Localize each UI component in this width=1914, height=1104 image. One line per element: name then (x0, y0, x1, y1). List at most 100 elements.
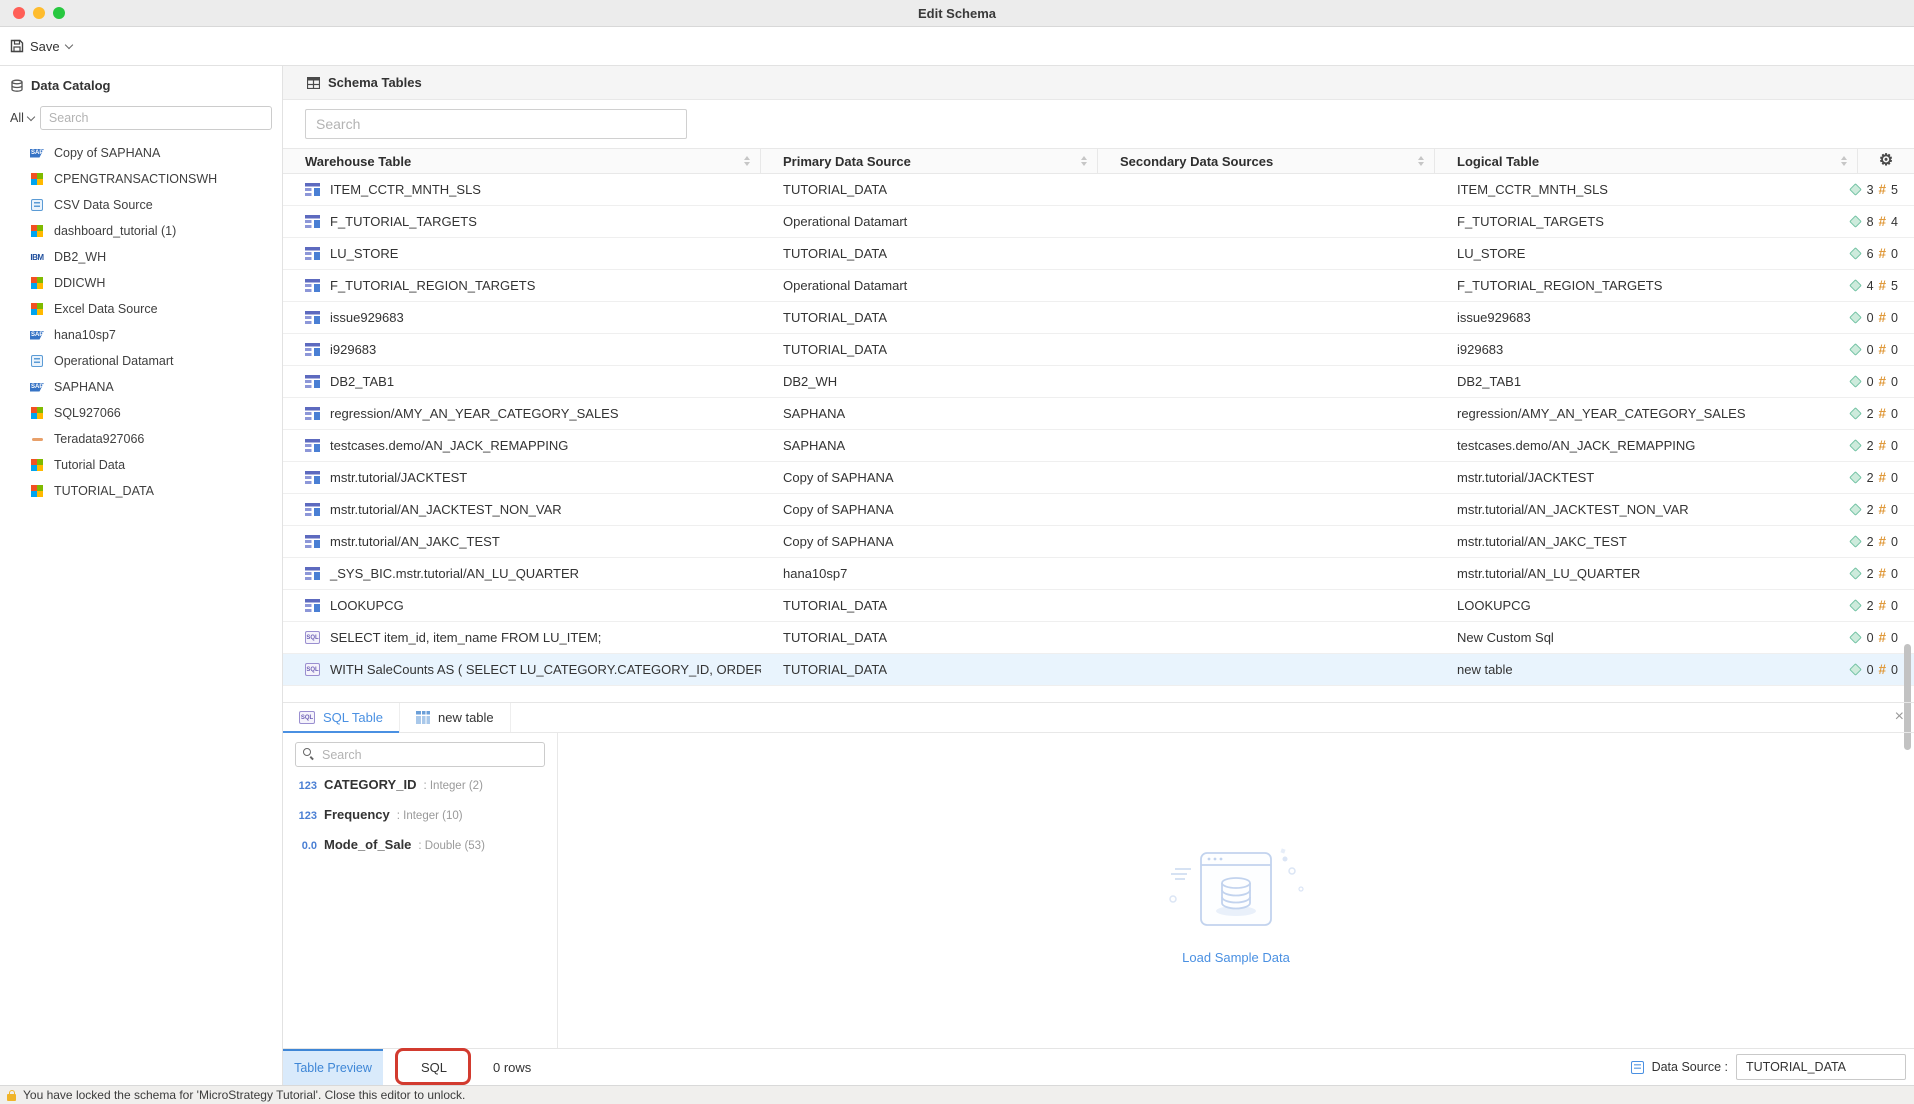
data-source-item[interactable]: Operational Datamart (0, 348, 282, 374)
fact-hash-icon: # (1879, 342, 1887, 357)
data-source-icon (30, 173, 44, 185)
table-row[interactable]: LU_STORE TUTORIAL_DATA LU_STORE 6 # 0 (283, 238, 1914, 270)
column-item[interactable]: 123 CATEGORY_ID : Integer (2) (295, 777, 545, 807)
table-row[interactable]: F_TUTORIAL_TARGETS Operational Datamart … (283, 206, 1914, 238)
data-source-item[interactable]: DB2_WH (0, 244, 282, 270)
fact-hash-icon: # (1879, 630, 1887, 645)
column-header-logical: Logical Table (1457, 154, 1539, 169)
schema-tables-body: ITEM_CCTR_MNTH_SLS TUTORIAL_DATA ITEM_CC… (283, 174, 1914, 686)
attribute-count: 2 (1867, 535, 1874, 549)
table-row[interactable]: mstr.tutorial/JACKTEST Copy of SAPHANA m… (283, 462, 1914, 494)
fact-hash-icon: # (1879, 534, 1887, 549)
data-source-icon (30, 199, 44, 211)
table-row[interactable]: LOOKUPCG TUTORIAL_DATA LOOKUPCG 2 # 0 (283, 590, 1914, 622)
table-row[interactable]: DB2_TAB1 DB2_WH DB2_TAB1 0 # 0 (283, 366, 1914, 398)
zoom-window-button[interactable] (53, 7, 65, 19)
catalog-search-input[interactable] (40, 106, 272, 130)
sort-icon[interactable] (1418, 156, 1424, 166)
minimize-window-button[interactable] (33, 7, 45, 19)
logical-table-name: i929683 (1435, 342, 1802, 357)
data-source-label: SAPHANA (54, 380, 114, 394)
close-icon[interactable]: × (1895, 709, 1904, 725)
column-item[interactable]: 123 Frequency : Integer (10) (295, 807, 545, 837)
logical-table-name: regression/AMY_AN_YEAR_CATEGORY_SALES (1435, 406, 1802, 421)
tab-sql-table[interactable]: SQL Table (283, 703, 400, 732)
data-source-item[interactable]: CPENGTRANSACTIONSWH (0, 166, 282, 192)
warehouse-table-icon (305, 247, 320, 260)
schema-tables-search-input[interactable] (305, 109, 687, 139)
attribute-count: 0 (1867, 631, 1874, 645)
attribute-count: 0 (1867, 663, 1874, 677)
data-source-item[interactable]: DDICWH (0, 270, 282, 296)
data-catalog-header: Data Catalog (0, 78, 282, 93)
fact-count: 0 (1891, 247, 1898, 261)
data-source-item[interactable]: hana10sp7 (0, 322, 282, 348)
attribute-diamond-icon (1849, 343, 1862, 356)
tab-new-table[interactable]: new table (400, 703, 511, 732)
warehouse-table-name: testcases.demo/AN_JACK_REMAPPING (330, 438, 568, 453)
attribute-count: 2 (1867, 471, 1874, 485)
fact-hash-icon: # (1879, 662, 1887, 677)
sort-icon[interactable] (1841, 156, 1847, 166)
data-source-item[interactable]: Tutorial Data (0, 452, 282, 478)
table-row[interactable]: issue929683 TUTORIAL_DATA issue929683 0 … (283, 302, 1914, 334)
table-row[interactable]: i929683 TUTORIAL_DATA i929683 0 # 0 (283, 334, 1914, 366)
table-row[interactable]: mstr.tutorial/AN_JAKC_TEST Copy of SAPHA… (283, 526, 1914, 558)
catalog-filter-dropdown[interactable]: All (10, 111, 34, 125)
table-preview-tab[interactable]: Table Preview (283, 1049, 383, 1085)
column-name: Mode_of_Sale (324, 837, 411, 852)
table-row[interactable]: _SYS_BIC.mstr.tutorial/AN_LU_QUARTER han… (283, 558, 1914, 590)
sort-icon[interactable] (744, 156, 750, 166)
data-source-label: CPENGTRANSACTIONSWH (54, 172, 217, 186)
data-source-label: CSV Data Source (54, 198, 153, 212)
load-sample-data-link[interactable]: Load Sample Data (1182, 950, 1290, 965)
data-source-item[interactable]: TUTORIAL_DATA (0, 478, 282, 504)
data-source-label: hana10sp7 (54, 328, 116, 342)
data-source-value: TUTORIAL_DATA (1746, 1060, 1846, 1074)
data-source-label: Tutorial Data (54, 458, 125, 472)
table-row[interactable]: ITEM_CCTR_MNTH_SLS TUTORIAL_DATA ITEM_CC… (283, 174, 1914, 206)
close-window-button[interactable] (13, 7, 25, 19)
attribute-diamond-icon (1849, 663, 1862, 676)
status-bar: You have locked the schema for 'MicroStr… (0, 1085, 1914, 1104)
save-icon (10, 39, 24, 53)
table-row[interactable]: mstr.tutorial/AN_JACKTEST_NON_VAR Copy o… (283, 494, 1914, 526)
logical-table-name: LU_STORE (1435, 246, 1802, 261)
data-source-label: DDICWH (54, 276, 105, 290)
primary-data-source: TUTORIAL_DATA (761, 598, 1098, 613)
column-search-input[interactable] (295, 742, 545, 767)
column-header-warehouse: Warehouse Table (305, 154, 411, 169)
sql-tab-label: SQL (421, 1060, 447, 1075)
data-source-value-box[interactable]: TUTORIAL_DATA (1736, 1054, 1906, 1080)
attribute-count: 4 (1867, 279, 1874, 293)
data-source-item[interactable]: Teradata927066 (0, 426, 282, 452)
data-source-item[interactable]: dashboard_tutorial (1) (0, 218, 282, 244)
warehouse-table-icon (305, 439, 320, 452)
data-source-item[interactable]: SQL927066 (0, 400, 282, 426)
primary-data-source: SAPHANA (761, 438, 1098, 453)
gear-icon[interactable]: ⚙ (1879, 153, 1893, 169)
table-row[interactable]: SELECT item_id, item_name FROM LU_ITEM; … (283, 622, 1914, 654)
table-row[interactable]: regression/AMY_AN_YEAR_CATEGORY_SALES SA… (283, 398, 1914, 430)
logical-table-name: mstr.tutorial/AN_LU_QUARTER (1435, 566, 1802, 581)
sort-icon[interactable] (1081, 156, 1087, 166)
save-button[interactable]: Save (10, 39, 72, 54)
data-source-icon (30, 407, 44, 419)
logical-table-name: F_TUTORIAL_REGION_TARGETS (1435, 278, 1802, 293)
data-source-icon (30, 438, 44, 441)
primary-data-source: Operational Datamart (761, 278, 1098, 293)
data-source-item[interactable]: Copy of SAPHANA (0, 140, 282, 166)
sql-tab[interactable]: SQL (405, 1049, 463, 1085)
column-item[interactable]: 0.0 Mode_of_Sale : Double (53) (295, 837, 545, 867)
data-source-item[interactable]: Excel Data Source (0, 296, 282, 322)
data-source-item[interactable]: SAPHANA (0, 374, 282, 400)
schema-tables-title: Schema Tables (328, 75, 422, 90)
data-source-item[interactable]: CSV Data Source (0, 192, 282, 218)
column-header-primary: Primary Data Source (783, 154, 911, 169)
attribute-count: 2 (1867, 439, 1874, 453)
fact-hash-icon: # (1879, 502, 1887, 517)
warehouse-table-name: LOOKUPCG (330, 598, 404, 613)
table-row[interactable]: WITH SaleCounts AS ( SELECT LU_CATEGORY.… (283, 654, 1914, 686)
table-row[interactable]: testcases.demo/AN_JACK_REMAPPING SAPHANA… (283, 430, 1914, 462)
table-row[interactable]: F_TUTORIAL_REGION_TARGETS Operational Da… (283, 270, 1914, 302)
